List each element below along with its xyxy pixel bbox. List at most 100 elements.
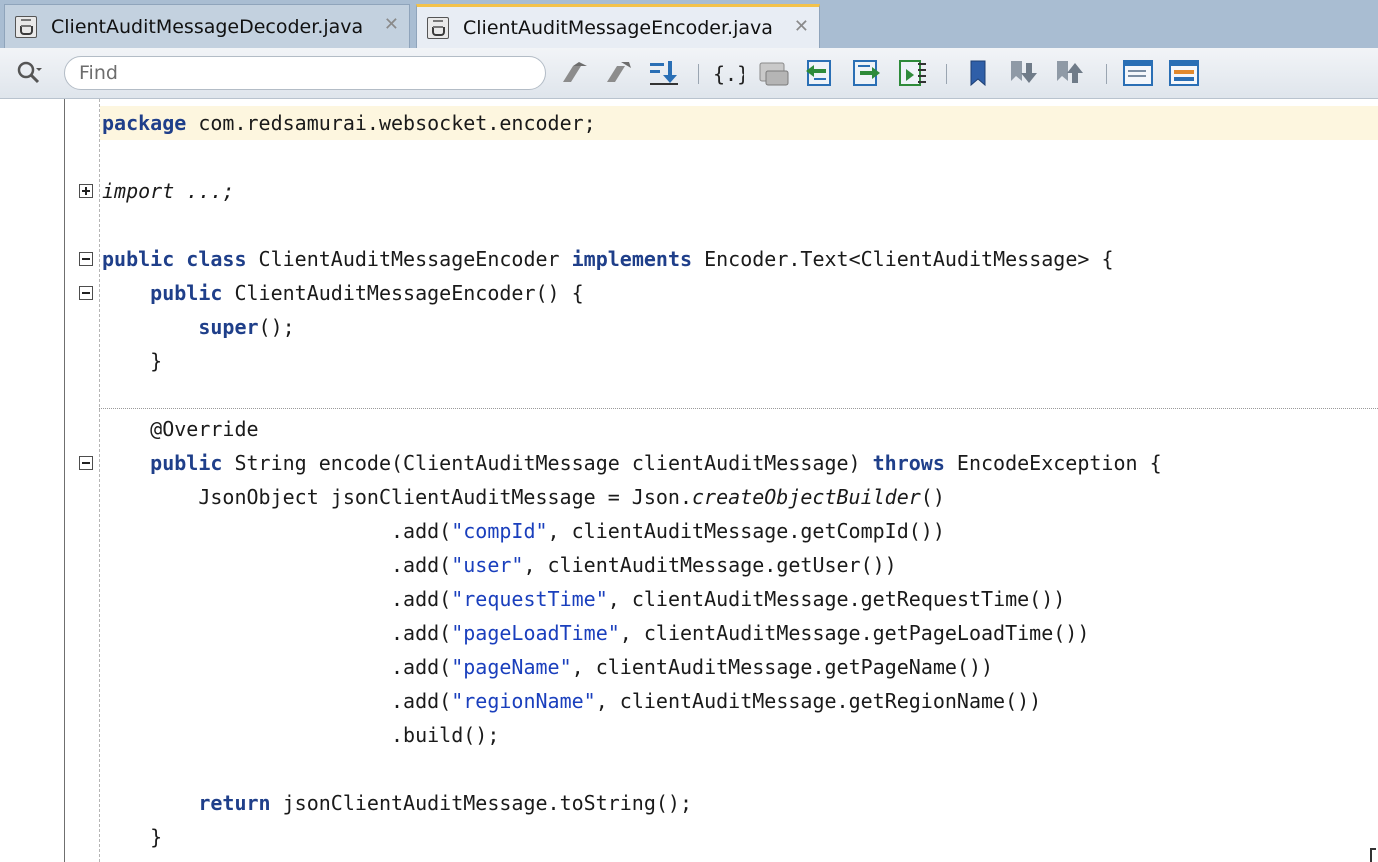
indent-icon [899,60,926,86]
code-keyword: public [150,451,223,475]
code-token: , clientAuditMessage.getCompId()) [547,519,945,543]
scroll-corner [1370,848,1376,862]
tab-client-audit-message-encoder[interactable]: ClientAuditMessageEncoder.java ✕ [416,4,820,48]
java-file-icon [427,16,449,39]
code-string: "pageName" [451,655,572,679]
code-line[interactable]: .add("requestTime", clientAuditMessage.g… [102,582,1065,616]
code-line[interactable]: } [102,820,162,854]
code-keyword: class [186,247,247,271]
code-line[interactable]: public String encode(ClientAuditMessage … [102,446,1162,480]
code-token: .add( [102,655,452,679]
code-line[interactable]: .add("user", clientAuditMessage.getUser(… [102,548,897,582]
code-keyword: implements [571,247,693,271]
bookmark-button[interactable] [962,58,994,88]
code-token: .add( [102,553,452,577]
code-token: .add( [102,587,452,611]
editor-tab-bar: ClientAuditMessageDecoder.java ✕ ClientA… [0,0,1378,48]
code-line[interactable]: @Override [102,412,259,446]
code-keyword: throws [872,451,945,475]
collapse-fold-icon[interactable] [79,286,93,300]
code-token: @Override [102,417,259,441]
code-string: "user" [451,553,524,577]
bookmark-icon [970,60,986,87]
highlight-icon [650,61,678,85]
code-line[interactable]: return jsonClientAuditMessage.toString()… [102,786,692,820]
code-line[interactable]: .add("pageName", clientAuditMessage.getP… [102,650,993,684]
code-italic-token: createObjectBuilder [692,485,921,509]
code-token: .build(); [102,723,500,747]
previous-bookmark-button[interactable] [1054,58,1086,88]
code-string: "compId" [451,519,548,543]
search-icon[interactable] [16,60,42,86]
code-token: ClientAuditMessageEncoder [246,247,572,271]
code-line[interactable]: .add("pageLoadTime", clientAuditMessage.… [102,616,1089,650]
shift-left-button[interactable] [804,58,836,88]
code-token: .add( [102,519,452,543]
code-keyword: public [150,281,223,305]
toolbar-separator [1106,64,1107,84]
split-horizontal-button[interactable] [1168,58,1200,88]
code-string: "requestTime" [451,587,608,611]
svg-text:{.}: {.} [713,62,744,86]
code-token: , clientAuditMessage.getRegionName()) [595,689,1042,713]
expand-fold-icon[interactable] [79,184,93,198]
code-line[interactable]: .add("regionName", clientAuditMessage.ge… [102,684,1041,718]
split-vertical-button[interactable] [1122,58,1154,88]
gutter-border [64,99,65,862]
code-italic-token: import ...; [102,179,235,203]
code-token: () [920,485,945,509]
toggle-comment-button[interactable] [758,58,790,88]
code-line[interactable]: } [102,344,162,378]
collapse-fold-icon[interactable] [79,456,93,470]
code-token: JsonObject jsonClientAuditMessage = Json… [102,485,693,509]
find-next-button[interactable] [602,58,634,88]
code-line[interactable]: .add("compId", clientAuditMessage.getCom… [102,514,945,548]
tab-label: ClientAuditMessageDecoder.java [51,15,364,38]
code-line[interactable]: JsonObject jsonClientAuditMessage = Json… [102,480,945,514]
code-token: com.redsamurai.websocket.encoder; [186,111,596,135]
code-token: .add( [102,689,452,713]
code-line[interactable]: super(); [102,310,294,344]
code-token: EncodeException { [944,451,1162,475]
find-input[interactable] [64,56,546,90]
toolbar-separator [946,64,947,84]
previous-bookmark-icon [1057,61,1083,83]
code-keyword: public [102,247,175,271]
code-token: jsonClientAuditMessage.toString(); [270,791,693,815]
split-vertical-icon [1123,60,1153,86]
shift-left-icon [806,60,831,86]
close-icon[interactable]: ✕ [384,14,399,35]
code-token: String encode(ClientAuditMessage clientA… [222,451,873,475]
code-line[interactable]: package com.redsamurai.websocket.encoder… [102,106,596,140]
code-editor[interactable]: package com.redsamurai.websocket.encoder… [0,99,1378,862]
next-bookmark-button[interactable] [1008,58,1040,88]
code-keyword: package [102,111,187,135]
find-previous-icon [563,62,587,82]
code-token: , clientAuditMessage.getPageLoadTime()) [619,621,1090,645]
code-string: "pageLoadTime" [451,621,620,645]
shift-right-button[interactable] [850,58,882,88]
close-icon[interactable]: ✕ [794,16,809,37]
find-previous-button[interactable] [558,58,590,88]
code-keyword: return [198,791,271,815]
highlight-button[interactable] [648,58,680,88]
toggle-braces-icon: {.} [713,62,744,86]
toggle-braces-button[interactable]: {.} [712,58,744,88]
code-line[interactable]: import ...; [102,174,234,208]
indent-button[interactable] [896,58,928,88]
collapse-fold-icon[interactable] [79,252,93,266]
shift-right-icon [853,60,880,86]
next-bookmark-icon [1011,61,1037,83]
code-line[interactable]: public ClientAuditMessageEncoder() { [102,276,584,310]
code-token: } [102,825,163,849]
tab-client-audit-message-decoder[interactable]: ClientAuditMessageDecoder.java ✕ [4,4,410,48]
fold-margin-line [99,99,100,862]
code-token: ClientAuditMessageEncoder() { [222,281,584,305]
code-line[interactable]: .build(); [102,718,499,752]
code-line[interactable]: public class ClientAuditMessageEncoder i… [102,242,1113,276]
